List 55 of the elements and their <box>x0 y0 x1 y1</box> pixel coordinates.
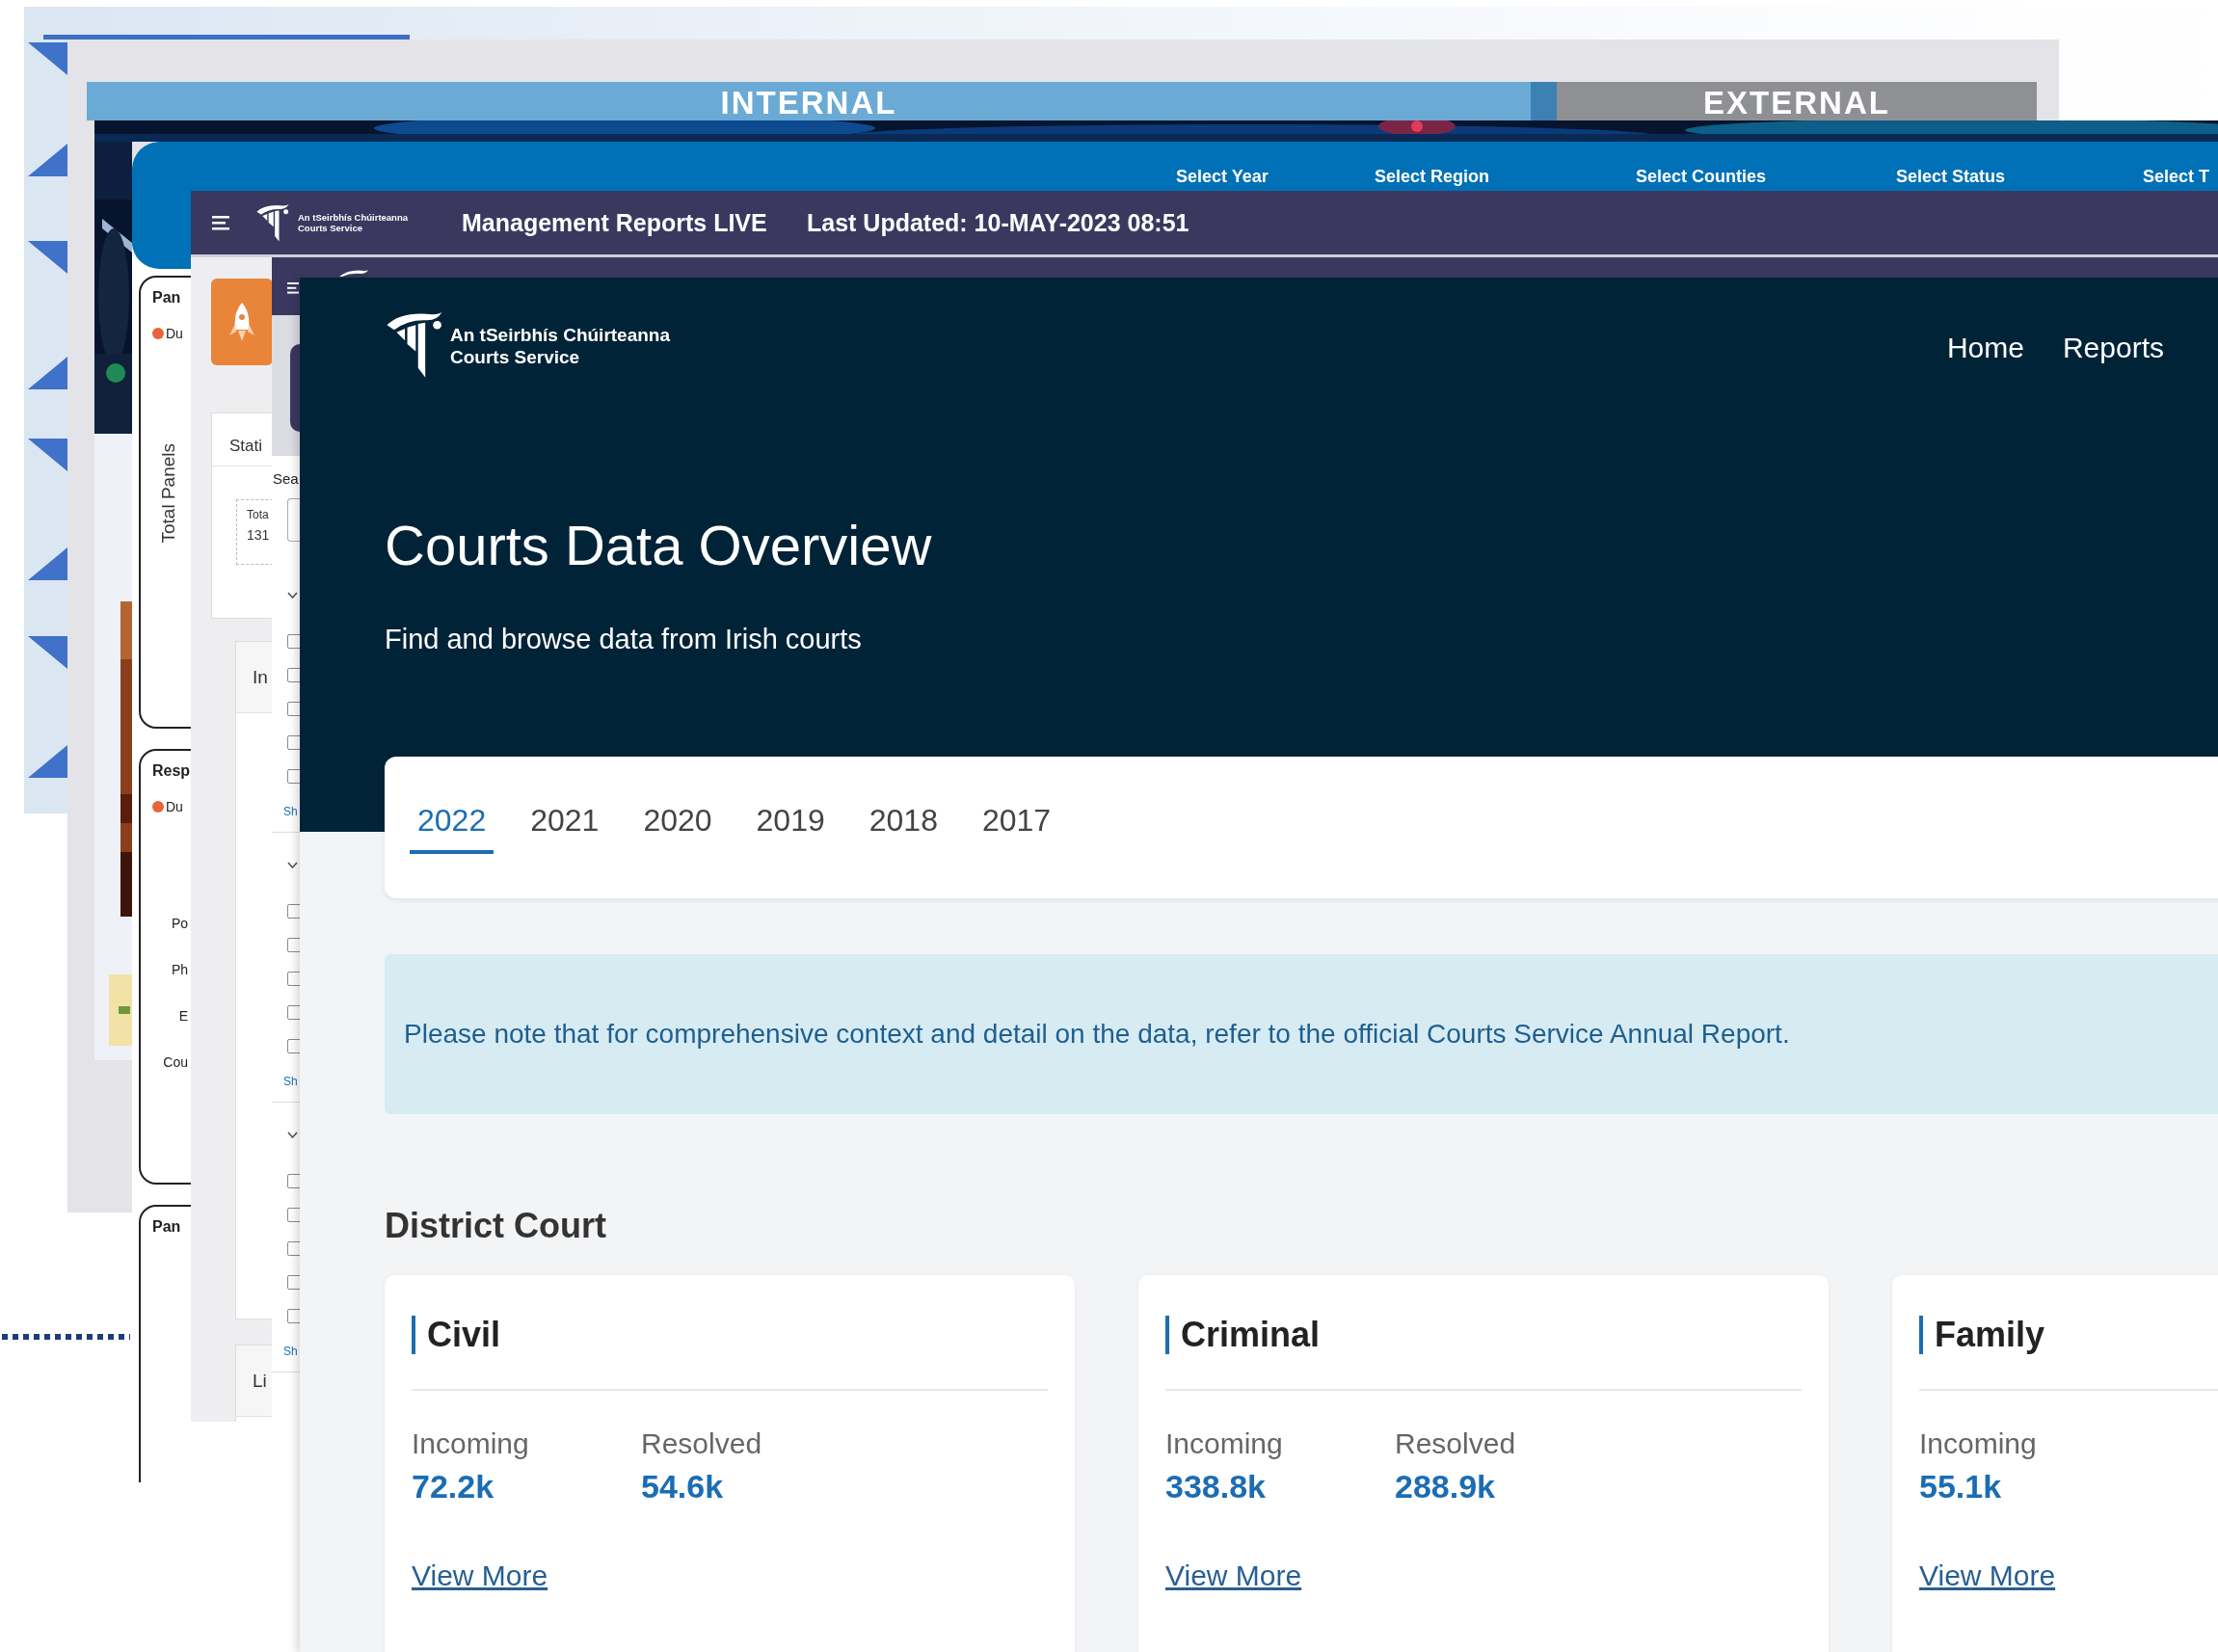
axis-label: Total Panels <box>158 443 179 544</box>
row-label: Ph <box>171 962 188 977</box>
card-title: Criminal <box>1165 1316 1321 1354</box>
section-title: District Court <box>385 1206 607 1246</box>
legend-label: Du <box>166 326 183 341</box>
portal-tab[interactable]: EXTERNAL <box>1557 82 2037 120</box>
filter-label[interactable]: Select Counties <box>1636 167 1896 187</box>
metric-value: 72.2k <box>412 1468 495 1505</box>
row-label: Po <box>171 916 188 931</box>
logo-text: Courts Service <box>298 223 364 233</box>
logo-text: Courts Service <box>450 346 581 368</box>
year-tab[interactable]: 2018 <box>861 803 946 854</box>
metric-value: 338.8k <box>1165 1468 1267 1505</box>
stat-value: 131 <box>247 527 271 543</box>
metric-label: Incoming <box>1165 1427 1284 1460</box>
filter-label[interactable]: Select Region <box>1375 167 1636 187</box>
row-label: E <box>178 1008 188 1024</box>
show-more-link[interactable]: Sh <box>283 1345 298 1358</box>
app-title: Management Reports LIVE <box>462 208 768 237</box>
logo-text: An tSeirbhís Chúirteanna <box>450 324 671 346</box>
stat-label: Tota <box>247 508 270 521</box>
card-title: Pan <box>152 289 182 306</box>
nav-link[interactable]: Home <box>1946 332 2024 364</box>
show-more-link[interactable]: Sh <box>283 805 298 818</box>
page-title: Courts Data Overview <box>385 513 933 577</box>
metric-label: Incoming <box>412 1427 530 1460</box>
metric-label: Incoming <box>1919 1427 2038 1460</box>
last-updated-text: Last Updated: 10-MAY-2023 08:51 <box>807 208 1189 237</box>
view-more-link[interactable]: View More <box>1165 1559 1302 1592</box>
notice-text: Please note that for comprehensive context and detail on the data, refer to the official Courts Service Annual Report. <box>404 1019 1790 1050</box>
show-more-link[interactable]: Sh <box>283 1075 298 1088</box>
view-more-link[interactable]: View More <box>1919 1559 2056 1592</box>
card-title: Civil <box>412 1316 501 1354</box>
filter-label[interactable]: Select Status <box>1896 167 2143 187</box>
year-tab[interactable]: 2019 <box>748 803 833 854</box>
metric-value: 54.6k <box>641 1468 725 1505</box>
filter-label[interactable]: Select Year <box>1176 167 1375 187</box>
metric-label: Resolved <box>641 1427 762 1460</box>
metric-label: Resolved <box>1395 1427 1516 1460</box>
year-tab[interactable]: 2022 <box>410 803 494 854</box>
legend-label: Du <box>166 799 183 814</box>
year-tab[interactable]: 2021 <box>522 803 607 854</box>
card-title: Resp <box>152 762 192 780</box>
search-label: Sea <box>273 470 299 487</box>
year-tab[interactable]: 2017 <box>974 803 1059 854</box>
metric-value: 55.1k <box>1919 1468 2003 1505</box>
card-title: Family <box>1919 1316 2045 1354</box>
view-more-link[interactable]: View More <box>412 1559 548 1592</box>
nav-link[interactable]: Reports <box>2062 332 2164 364</box>
logo-text: An tSeirbhís Chúirteanna <box>298 212 409 223</box>
card-title: Pan <box>152 1218 182 1236</box>
filter-label[interactable]: Select T <box>2143 167 2210 187</box>
row-label: Cou <box>163 1054 188 1070</box>
year-tab[interactable]: 2020 <box>635 803 720 854</box>
metric-value: 288.9k <box>1395 1468 1496 1505</box>
